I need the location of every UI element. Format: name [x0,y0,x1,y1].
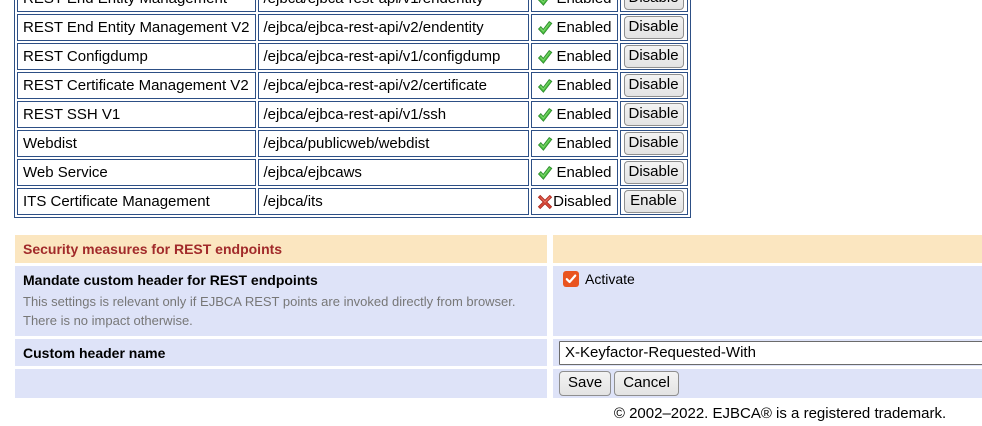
activate-checkbox[interactable] [563,271,579,287]
security-section: Security measures for REST endpoints Man… [15,235,982,398]
endpoint-row: Web Service /ejbca/ejbcaws [17,159,688,186]
endpoint-path: /ejbca/ejbcaws [258,159,529,186]
endpoint-row: ITS Certificate Management /ejbca/its [17,188,688,215]
endpoint-name: REST Certificate Management V2 [17,72,256,99]
endpoint-name: Webdist [17,130,256,157]
endpoint-row: REST Configdump /ejbca/ejbca-rest-api/v1… [17,43,688,70]
endpoint-status-label: Disabled [553,193,611,210]
endpoints-table: REST End Entity Management /ejbca/ejbca-… [14,0,691,218]
security-section-header-spacer [553,235,982,263]
endpoint-row: REST SSH V1 /ejbca/ejbca-rest-api/v1/ssh [17,101,688,128]
endpoint-path: /ejbca/ejbca-rest-api/v1/ssh [258,101,529,128]
activate-checkbox-label[interactable]: Activate [585,271,635,287]
endpoint-toggle-button[interactable]: Disable [624,74,684,97]
endpoint-status-label: Enabled [556,48,611,65]
mandate-header-label: Mandate custom header for REST endpoints [23,272,539,288]
endpoint-path: /ejbca/publicweb/webdist [258,130,529,157]
mandate-header-cell: Mandate custom header for REST endpoints… [15,266,547,336]
endpoint-name: REST End Entity Management V2 [17,14,256,41]
endpoint-toggle-button[interactable]: Disable [624,16,684,39]
endpoint-name: ITS Certificate Management [17,188,256,215]
activate-cell: Activate [553,266,982,336]
endpoint-toggle-button[interactable]: Disable [624,132,684,155]
cancel-button[interactable]: Cancel [614,371,679,396]
endpoint-status-label: Enabled [556,164,611,181]
endpoint-status-label: Enabled [556,77,611,94]
status-enabled-icon [537,49,553,65]
endpoint-path: /ejbca/ejbca-rest-api/v1/endentity [258,0,529,12]
endpoint-row: Webdist /ejbca/publicweb/webdist [17,130,688,157]
endpoint-status-label: Enabled [556,106,611,123]
custom-header-name-input[interactable] [559,341,982,365]
endpoint-toggle-button[interactable]: Disable [624,161,684,184]
status-disabled-icon [537,194,553,210]
security-section-title: Security measures for REST endpoints [23,241,282,257]
status-enabled-icon [537,136,553,152]
buttons-row-spacer [15,369,547,398]
endpoint-toggle-button[interactable]: Disable [624,0,684,10]
copyright-footer: © 2002–2022. EJBCA® is a registered trad… [0,405,982,422]
endpoint-path: /ejbca/ejbca-rest-api/v1/configdump [258,43,529,70]
custom-header-label-cell: Custom header name [15,339,547,366]
endpoint-name: REST SSH V1 [17,101,256,128]
security-section-header: Security measures for REST endpoints [15,235,547,263]
endpoint-path: /ejbca/ejbca-rest-api/v2/endentity [258,14,529,41]
endpoint-name: Web Service [17,159,256,186]
custom-header-input-cell [553,339,982,366]
form-buttons-cell: Save Cancel [553,369,982,398]
endpoint-status-label: Enabled [556,0,611,7]
page: REST End Entity Management /ejbca/ejbca-… [0,0,982,422]
endpoint-path: /ejbca/its [258,188,529,215]
endpoint-row: REST End Entity Management V2 /ejbca/ejb… [17,14,688,41]
status-enabled-icon [537,107,553,123]
status-enabled-icon [537,165,553,181]
endpoint-toggle-button[interactable]: Disable [624,45,684,68]
endpoint-name: REST Configdump [17,43,256,70]
endpoint-row: REST End Entity Management /ejbca/ejbca-… [17,0,688,12]
endpoint-status-label: Enabled [556,19,611,36]
endpoint-status-label: Enabled [556,135,611,152]
mandate-header-help-text: This settings is relevant only if EJBCA … [23,292,528,330]
endpoint-path: /ejbca/ejbca-rest-api/v2/certificate [258,72,529,99]
endpoint-toggle-button[interactable]: Disable [624,103,684,126]
status-enabled-icon [537,20,553,36]
custom-header-label: Custom header name [23,345,165,361]
save-button[interactable]: Save [559,371,611,396]
endpoint-toggle-button[interactable]: Enable [624,190,684,213]
status-enabled-icon [537,0,553,7]
endpoint-name: REST End Entity Management [17,0,256,12]
endpoint-row: REST Certificate Management V2 /ejbca/ej… [17,72,688,99]
status-enabled-icon [537,78,553,94]
